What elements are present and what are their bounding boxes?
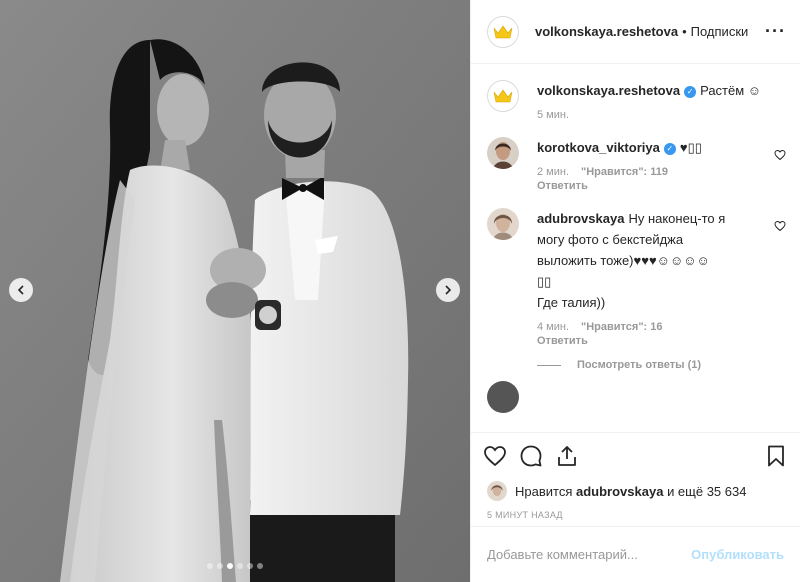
liked-by-prefix: Нравится xyxy=(515,483,573,499)
comment-likes[interactable]: "Нравится": 16 xyxy=(581,321,662,333)
partial-comment xyxy=(487,381,786,413)
reply-button[interactable]: Ответить xyxy=(537,180,766,192)
post-timestamp[interactable]: 5 минут назад xyxy=(471,504,800,526)
commenter-avatar[interactable] xyxy=(487,381,519,413)
carousel-dot xyxy=(247,563,253,569)
caption-avatar[interactable] xyxy=(487,80,519,112)
commenter-avatar[interactable] xyxy=(487,137,519,169)
comment-username[interactable]: korotkova_viktoriya xyxy=(537,140,660,155)
view-replies-button[interactable]: Посмотреть ответы (1) xyxy=(537,359,786,371)
comment-like-heart-icon[interactable] xyxy=(774,149,786,161)
comment-input[interactable] xyxy=(487,547,692,562)
view-replies-label: Посмотреть ответы (1) xyxy=(577,359,702,371)
comment-time[interactable]: 4 мин. xyxy=(537,321,569,333)
comment-text-line4: ▯▯ xyxy=(537,274,552,289)
comment-meta: 4 мин. "Нравится": 16 xyxy=(537,321,766,333)
carousel-dot xyxy=(207,563,213,569)
caption: volkonskaya.reshetova ✓ Растём ☺ 5 мин. xyxy=(487,80,786,121)
comment-likes[interactable]: "Нравится": 119 xyxy=(581,166,668,178)
replies-divider xyxy=(537,364,561,366)
comment-text: ♥▯▯ xyxy=(679,140,702,155)
avatar-photo-icon xyxy=(487,137,519,169)
like-button[interactable] xyxy=(483,444,507,468)
caption-time[interactable]: 5 мин. xyxy=(537,109,569,121)
avatar-photo-icon xyxy=(487,381,519,413)
share-button[interactable] xyxy=(555,444,579,468)
caption-text: Растём ☺ xyxy=(700,83,762,98)
prev-photo-button[interactable] xyxy=(9,278,33,302)
comment-icon xyxy=(520,445,542,466)
comment: korotkova_viktoriya ✓ ♥▯▯ 2 мин. "Нравится… xyxy=(487,137,786,192)
comment-text-line2: могу фото с бекстейджа xyxy=(537,232,684,247)
bookmark-icon xyxy=(768,445,784,466)
carousel-dot xyxy=(237,563,243,569)
comment: adubrovskaya Ну наконец-то я могу фото с … xyxy=(487,208,786,347)
action-bar xyxy=(471,432,800,478)
verified-badge-icon: ✓ xyxy=(663,142,676,155)
save-button[interactable] xyxy=(764,444,788,468)
carousel-dot xyxy=(217,563,223,569)
avatar-photo-icon xyxy=(487,481,507,501)
comment-text-line1: Ну наконец-то я xyxy=(628,211,726,226)
header-separator: • xyxy=(682,24,687,39)
avatar-photo-icon xyxy=(487,208,519,240)
crown-icon xyxy=(493,89,513,103)
more-options-button[interactable]: ··· xyxy=(765,21,786,42)
comment-username[interactable]: adubrovskaya xyxy=(537,211,624,226)
caption-username[interactable]: volkonskaya.reshetova xyxy=(537,83,680,98)
verified-badge-icon: ✓ xyxy=(684,85,697,98)
following-button[interactable]: Подписки xyxy=(691,24,749,39)
reply-button[interactable]: Ответить xyxy=(537,335,766,347)
post-photo[interactable] xyxy=(0,0,470,582)
post-side-panel: volkonskaya.reshetova • Подписки ··· vol… xyxy=(470,0,800,582)
comment-meta: 2 мин. "Нравится": 119 xyxy=(537,166,766,178)
liked-by-user[interactable]: adubrovskaya xyxy=(576,484,663,499)
commenter-avatar[interactable] xyxy=(487,208,519,240)
caption-meta: 5 мин. xyxy=(537,109,786,121)
liked-by: Нравится adubrovskaya и ещё 35 634 xyxy=(471,478,800,504)
publish-button[interactable]: Опубликовать xyxy=(691,547,784,562)
carousel-dot xyxy=(257,563,263,569)
liked-by-count[interactable]: и ещё 35 634 xyxy=(667,484,746,499)
photo-scene xyxy=(0,0,470,582)
author-username[interactable]: volkonskaya.reshetova xyxy=(535,24,678,39)
crown-icon xyxy=(493,24,513,38)
comment-time[interactable]: 2 мин. xyxy=(537,166,569,178)
comment-button[interactable] xyxy=(519,444,543,468)
carousel-dot xyxy=(227,563,233,569)
heart-icon xyxy=(484,445,506,466)
comment-text-line5: Где талия)) xyxy=(537,295,606,310)
liked-by-avatar[interactable] xyxy=(487,481,507,501)
instagram-post: volkonskaya.reshetova • Подписки ··· vol… xyxy=(0,0,800,582)
comment-like-heart-icon[interactable] xyxy=(774,220,786,232)
post-header: volkonskaya.reshetova • Подписки ··· xyxy=(471,0,800,64)
chevron-right-icon xyxy=(445,285,452,295)
add-comment-form: Опубликовать xyxy=(471,526,800,582)
next-photo-button[interactable] xyxy=(436,278,460,302)
carousel-dots xyxy=(0,563,470,569)
share-icon xyxy=(558,445,576,466)
author-avatar[interactable] xyxy=(487,15,519,48)
comment-text-line3: выложить тоже)♥♥♥☺☺☺☺ xyxy=(537,253,710,268)
chevron-left-icon xyxy=(17,285,24,295)
comments-list: volkonskaya.reshetova✓Растём ☺ 5 мин. xyxy=(471,64,800,432)
